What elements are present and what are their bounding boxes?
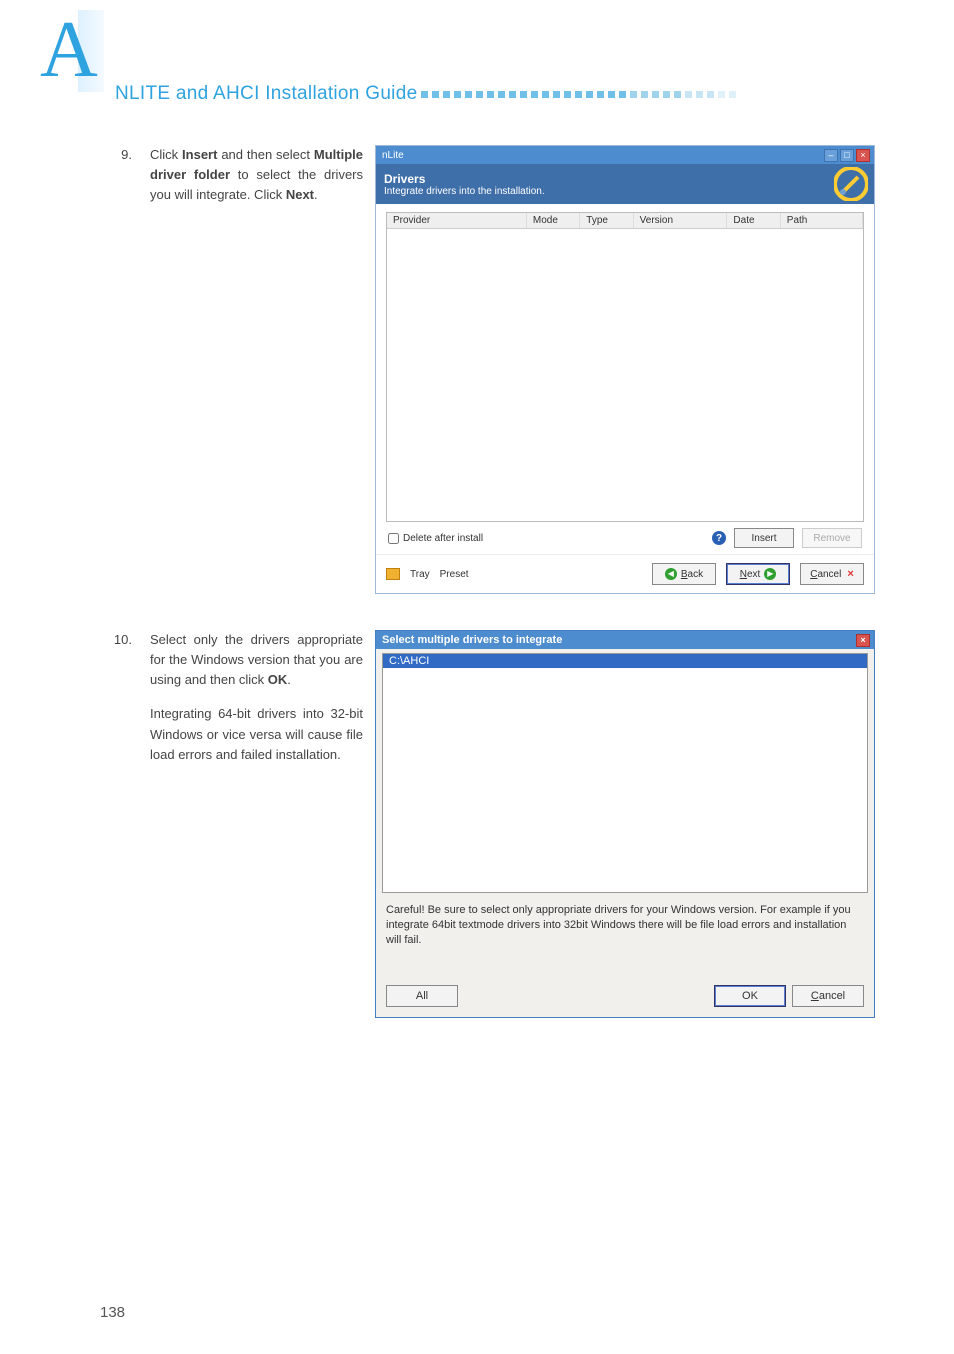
driver-list[interactable]: C:\AHCI <box>382 653 868 893</box>
col-type[interactable]: Type <box>580 213 633 228</box>
delete-checkbox-label: Delete after install <box>403 533 483 544</box>
warning-text: Careful! Be sure to select only appropri… <box>376 897 874 977</box>
arrow-right-icon: ▶ <box>764 568 776 580</box>
nlite-title: nLite <box>380 150 822 161</box>
cancel-button[interactable]: Cancel × <box>800 563 864 585</box>
step-9-text: Click Insert and then select Multiple dr… <box>150 145 375 594</box>
next-button[interactable]: Next ▶ <box>726 563 790 585</box>
maximize-button[interactable]: □ <box>840 149 854 162</box>
title-decoration <box>421 91 736 98</box>
select-drivers-window: Select multiple drivers to integrate × C… <box>375 630 875 1018</box>
drivers-footer: Tray Preset ◀ Back Next ▶ Cancel × <box>376 554 874 593</box>
drivers-body: Provider Mode Type Version Date Path Del… <box>376 204 874 554</box>
insert-button[interactable]: Insert <box>734 528 794 548</box>
select-buttons: All OK Cancel <box>376 977 874 1017</box>
badge-letter: A <box>40 10 98 90</box>
drivers-table: Provider Mode Type Version Date Path <box>386 212 864 522</box>
section-title-row: NLITE and AHCI Installation Guide <box>115 80 885 108</box>
minimize-button[interactable]: – <box>824 149 838 162</box>
col-provider[interactable]: Provider <box>387 213 527 228</box>
drivers-header-sub: Integrate drivers into the installation. <box>384 186 545 197</box>
col-version[interactable]: Version <box>634 213 728 228</box>
section-title: NLITE and AHCI Installation Guide <box>115 83 417 105</box>
close-icon: × <box>847 568 853 580</box>
help-icon[interactable]: ? <box>712 531 726 545</box>
back-button[interactable]: ◀ Back <box>652 563 716 585</box>
step-9: 9. Click Insert and then select Multiple… <box>100 145 890 594</box>
page-number: 138 <box>100 1304 125 1321</box>
col-date[interactable]: Date <box>727 213 780 228</box>
close-button[interactable]: × <box>856 149 870 162</box>
close-button[interactable]: × <box>856 634 870 647</box>
tray-icon[interactable] <box>386 568 400 580</box>
step-number: 10. <box>100 630 150 1018</box>
list-item[interactable]: C:\AHCI <box>383 654 867 668</box>
step-10: 10. Select only the drivers appropriate … <box>100 630 890 1018</box>
all-button[interactable]: All <box>386 985 458 1007</box>
drivers-controls: Delete after install ? Insert Remove <box>386 522 864 548</box>
table-header-row: Provider Mode Type Version Date Path <box>387 213 863 229</box>
col-mode[interactable]: Mode <box>527 213 580 228</box>
select-title: Select multiple drivers to integrate <box>380 634 854 646</box>
delete-checkbox-input[interactable] <box>388 533 399 544</box>
step-10-text: Select only the drivers appropriate for … <box>150 630 375 1018</box>
drivers-header: Drivers Integrate drivers into the insta… <box>376 164 874 204</box>
cancel-button[interactable]: Cancel <box>792 985 864 1007</box>
tray-label[interactable]: Tray <box>410 569 430 580</box>
remove-button: Remove <box>802 528 862 548</box>
arrow-left-icon: ◀ <box>665 568 677 580</box>
step-10-text-2: Integrating 64-bit drivers into 32-bit W… <box>150 704 363 764</box>
step-number: 9. <box>100 145 150 594</box>
ok-button[interactable]: OK <box>714 985 786 1007</box>
drivers-header-title: Drivers <box>384 172 545 186</box>
preset-link[interactable]: Preset <box>440 569 469 580</box>
drivers-icon <box>834 167 868 201</box>
appendix-badge: A <box>40 10 110 95</box>
col-path[interactable]: Path <box>781 213 863 228</box>
nlite-window: nLite – □ × Drivers Integrate drivers in… <box>375 145 875 594</box>
nlite-titlebar: nLite – □ × <box>376 146 874 164</box>
select-titlebar: Select multiple drivers to integrate × <box>376 631 874 649</box>
delete-after-install-checkbox[interactable]: Delete after install <box>388 533 704 544</box>
